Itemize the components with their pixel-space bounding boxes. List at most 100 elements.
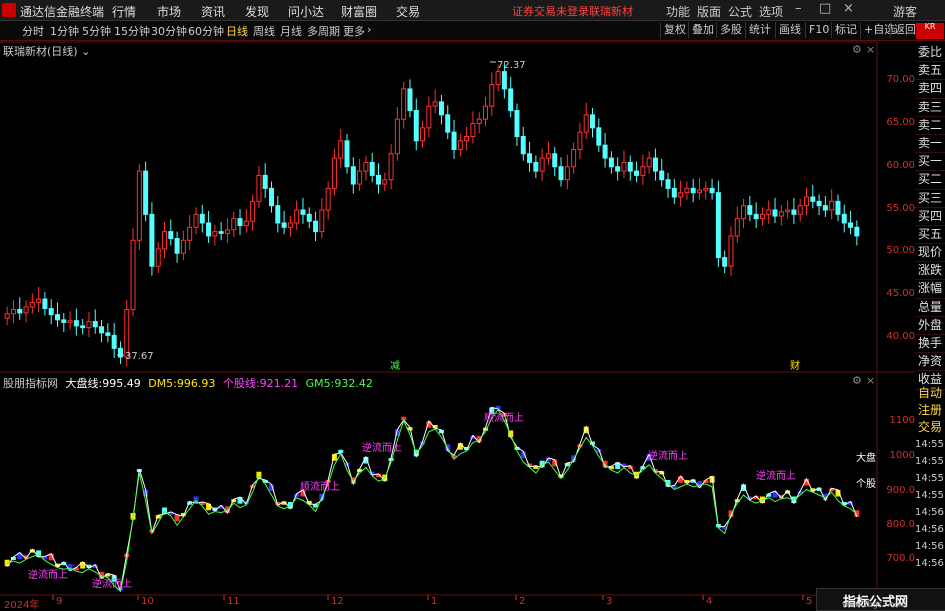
candle-body [180, 239, 186, 254]
trade-time: 14:55 [915, 490, 944, 501]
trade-time: 14:55 [915, 439, 944, 450]
candle-body [835, 200, 841, 215]
annotation-up: 顺流而上 [300, 480, 340, 493]
candle-body [759, 213, 765, 220]
candle-body [80, 325, 86, 329]
quote-row[interactable]: 净资 [915, 353, 945, 372]
quote-row[interactable]: 买二 [915, 171, 945, 190]
y-tick: 70.00 [886, 74, 915, 85]
candle-body [413, 110, 419, 142]
trade-time: 14:56 [915, 524, 944, 535]
chevron-down-icon[interactable]: ⌄ [81, 45, 90, 58]
candle-body [583, 114, 589, 133]
quote-row[interactable]: 卖四 [915, 80, 945, 99]
candle-body [174, 238, 180, 254]
candle-body [508, 88, 514, 112]
candle-body [822, 205, 828, 211]
annotation-up: 逆流而上 [648, 449, 688, 462]
candle-body [432, 101, 438, 107]
candle-body [772, 209, 778, 217]
candle-body [325, 187, 331, 211]
quote-row[interactable]: 总量 [915, 299, 945, 317]
candle-body [533, 161, 539, 172]
candle-body [766, 209, 772, 215]
candle-body [275, 205, 281, 224]
quote-row[interactable]: 涨跌 [915, 262, 945, 281]
candle-body [23, 306, 29, 314]
date-label: 9 [56, 596, 63, 607]
candle-body [659, 170, 665, 181]
candle-body [697, 189, 702, 194]
close-pane-icon[interactable]: × [866, 43, 875, 56]
candle-body [218, 231, 224, 234]
candle-body [17, 308, 23, 314]
candle-body [552, 153, 558, 168]
quote-row[interactable]: 买一 [915, 153, 945, 172]
marker-finance[interactable]: 财 [790, 359, 800, 372]
candle-body [42, 298, 48, 310]
marker-reduce[interactable]: 减 [390, 360, 400, 372]
quote-row[interactable]: 买五 [915, 226, 945, 245]
candle-body [73, 320, 79, 327]
candle-body [250, 200, 256, 222]
trade-button[interactable]: 交易 [915, 419, 945, 436]
annotation-up: 逆流而上 [756, 469, 796, 482]
date-label: 12 [331, 596, 344, 607]
main-chart-title: 联瑞新材(日线) ⌄ [3, 45, 91, 58]
candle-body [269, 187, 274, 207]
candle-body [816, 200, 822, 207]
quote-row[interactable]: 卖二 [915, 117, 945, 135]
candle-body [741, 205, 747, 220]
annotation-up: 顺流而上 [484, 411, 524, 424]
settings-icon[interactable]: ⚙ [852, 43, 862, 56]
candle-body [369, 161, 375, 176]
candle-body [520, 135, 526, 155]
candle-body [596, 127, 602, 146]
quote-row[interactable]: 买三 [915, 190, 945, 208]
candle-body [785, 209, 791, 213]
candle-body [363, 161, 369, 172]
candle-body [652, 157, 658, 172]
candle-body [10, 308, 16, 315]
date-label: 4 [706, 596, 713, 607]
y-tick: 65.00 [886, 117, 915, 128]
indicator-bar [174, 514, 180, 522]
sub-settings-icon[interactable]: ⚙ [852, 374, 862, 387]
quote-row[interactable]: 现价 [915, 244, 945, 263]
candle-body [684, 187, 690, 194]
candle-body [426, 105, 432, 129]
quote-row[interactable]: 外盘 [915, 317, 945, 335]
y-tick: 40.00 [886, 331, 915, 342]
register-button[interactable]: 注册 [915, 402, 945, 419]
candle-body [457, 140, 463, 150]
quote-row[interactable]: 换手 [915, 335, 945, 354]
candle-body [237, 218, 243, 227]
candle-body [483, 105, 488, 120]
dapan-tag: 大盘 [856, 451, 876, 464]
annotation-up: 逆流而上 [28, 568, 68, 581]
candle-body [92, 321, 98, 328]
quote-row[interactable]: 卖一 [915, 135, 945, 154]
quote-row[interactable]: 涨幅 [915, 280, 945, 299]
candle-body [627, 161, 633, 172]
watermark-url: www.zbgs3.com [842, 600, 907, 609]
quote-row[interactable]: 卖五 [915, 62, 945, 81]
candle-body [168, 231, 174, 240]
candle-body [797, 205, 803, 215]
candle-body [470, 123, 476, 137]
candle-body [143, 170, 149, 215]
indicator-bars [4, 405, 860, 591]
trade-time: 14:56 [915, 507, 944, 518]
quote-row[interactable]: 买四 [915, 208, 945, 226]
candle-body [615, 166, 621, 172]
candle-body [564, 166, 570, 181]
quote-row[interactable]: 委比 [915, 44, 945, 63]
high-price-label: 72.37 [497, 60, 526, 71]
candle-body [357, 170, 363, 185]
sub-close-icon[interactable]: × [866, 374, 875, 387]
auto-trade-button[interactable]: 自动 [915, 385, 945, 402]
sub-y-tick: 900.0 [886, 485, 915, 496]
sub-y-tick: 700.0 [886, 553, 915, 564]
candle-body [495, 71, 501, 86]
quote-row[interactable]: 卖三 [915, 99, 945, 117]
